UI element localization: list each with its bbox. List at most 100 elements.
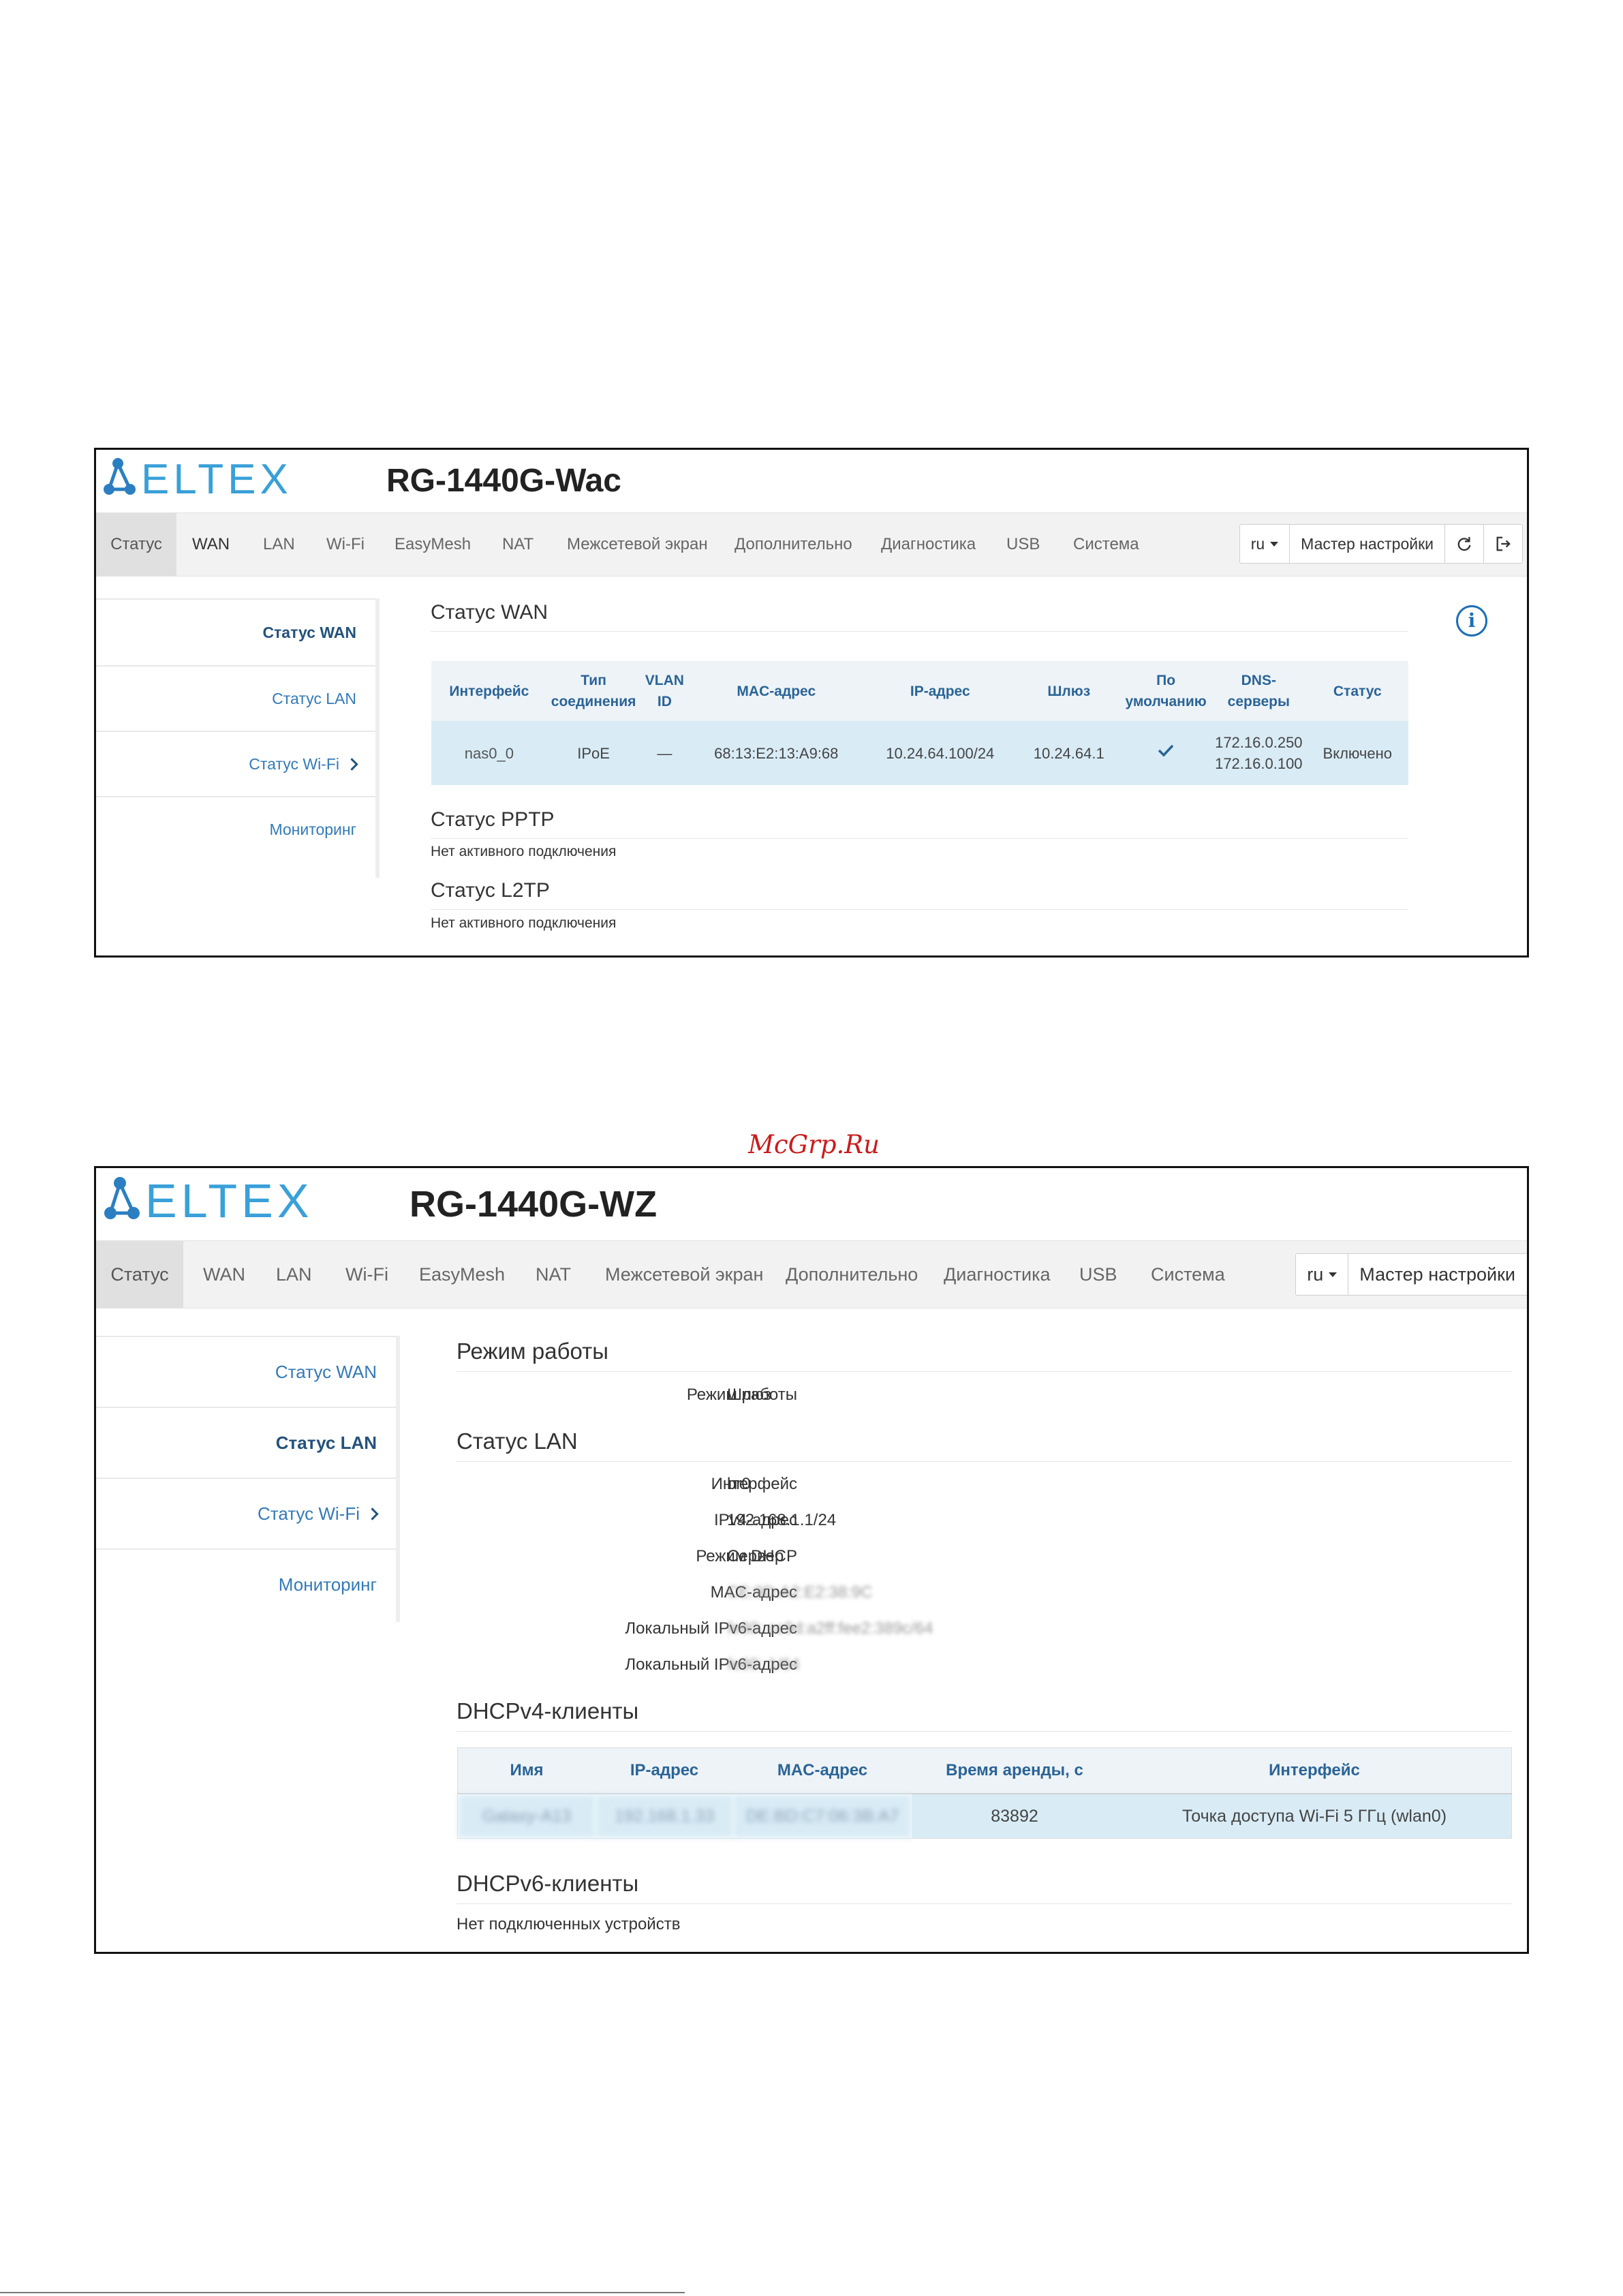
lan-status-title: Статус LAN: [457, 1428, 1511, 1462]
tab-advanced[interactable]: Дополнительно: [735, 513, 852, 576]
device-title: RG-1440G-WZ: [409, 1184, 658, 1225]
cell-ip: 192.168.1.33: [596, 1794, 733, 1839]
tab-status[interactable]: Статус: [96, 513, 176, 576]
col-gateway: Шлюз: [1017, 661, 1122, 721]
cell-dns: 172.16.0.250 172.16.0.100: [1211, 721, 1307, 785]
col-default: По умолчанию: [1121, 661, 1211, 721]
tab-wan[interactable]: WAN: [203, 1241, 245, 1308]
kv-value-blurred: fe80::cc9d:a2ff:fee2:389c/64: [727, 1619, 933, 1638]
logout-button[interactable]: [1484, 525, 1522, 563]
main-nav: Статус WAN LAN Wi-Fi EasyMesh NAT Межсет…: [96, 512, 1527, 577]
operation-mode-title: Режим работы: [457, 1338, 1511, 1372]
refresh-button[interactable]: [1445, 525, 1484, 563]
tab-usb[interactable]: USB: [1006, 513, 1040, 576]
col-mac: MAC-адрес: [689, 661, 864, 721]
kv-label: Интерфейс: [711, 1475, 797, 1493]
cell-mac: 68:13:E2:13:A9:68: [689, 721, 864, 785]
l2tp-status-text: Нет активного подключения: [431, 915, 617, 931]
tab-lan[interactable]: LAN: [263, 513, 295, 576]
col-vlan-id: VLAN ID: [640, 661, 690, 721]
col-connection-type: Тип соединения: [546, 661, 640, 721]
check-icon: [1158, 744, 1174, 757]
caret-down-icon: [1270, 541, 1279, 547]
col-ip: IP-адрес: [863, 661, 1017, 721]
cell-name: Galaxy-A13: [457, 1794, 596, 1839]
device-title: RG-1440G-Wac: [386, 463, 621, 499]
tab-easymesh[interactable]: EasyMesh: [419, 1241, 505, 1308]
col-dns: DNS-серверы: [1211, 661, 1307, 721]
table-row[interactable]: Galaxy-A13 192.168.1.33 DE:BD:C7:06:3B:A…: [457, 1794, 1512, 1839]
wan-status-table: Интерфейс Тип соединения VLAN ID MAC-адр…: [431, 661, 1408, 785]
nav-right-group: ru Мастер настройки: [1239, 524, 1523, 564]
table-row[interactable]: nas0_0 IPoE — 68:13:E2:13:A9:68 10.24.64…: [431, 721, 1408, 785]
info-icon[interactable]: i: [1456, 605, 1487, 637]
cell-default: [1121, 721, 1211, 785]
cell-gateway: 10.24.64.1: [1017, 721, 1122, 785]
pptp-status-text: Нет активного подключения: [431, 844, 617, 859]
divider: [0, 2292, 685, 2293]
screenshot-rg-1440g-wz: ELTEX RG-1440G-WZ Статус WAN LAN Wi-Fi E…: [94, 1166, 1529, 1954]
tab-wifi[interactable]: Wi-Fi: [326, 513, 365, 576]
logout-icon: [1496, 536, 1511, 551]
tab-diagnostics[interactable]: Диагностика: [881, 513, 976, 576]
tab-nat[interactable]: NAT: [536, 1241, 571, 1308]
eltex-logo[interactable]: ELTEX: [103, 1172, 335, 1228]
dhcpv4-clients-title: DHCPv4-клиенты: [457, 1698, 1511, 1732]
table-header-row: Имя IP-адрес MAC-адрес Время аренды, с И…: [457, 1747, 1512, 1794]
tab-advanced[interactable]: Дополнительно: [786, 1241, 918, 1308]
tab-usb[interactable]: USB: [1079, 1241, 1117, 1308]
sidebar-item-wan-status[interactable]: Статус WAN: [96, 1336, 396, 1407]
sidebar-item-monitoring[interactable]: Мониторинг: [96, 1548, 396, 1619]
kv-value: br0: [727, 1475, 751, 1493]
sidebar-item-lan-status[interactable]: Статус LAN: [96, 665, 375, 731]
eltex-logo[interactable]: ELTEX: [103, 454, 314, 503]
chevron-right-icon: [366, 1507, 379, 1520]
kv-value: 192.168.1.1/24: [727, 1511, 837, 1529]
tab-diagnostics[interactable]: Диагностика: [944, 1241, 1051, 1308]
tab-wan[interactable]: WAN: [192, 513, 230, 576]
sidebar-item-wan-status[interactable]: Статус WAN: [96, 598, 375, 665]
cell-ip: 10.24.64.100/24: [863, 721, 1017, 785]
nav-right-group: ru Мастер настройки: [1295, 1253, 1527, 1296]
tab-firewall[interactable]: Межсетевой экран: [605, 1241, 763, 1308]
caret-down-icon: [1329, 1272, 1338, 1277]
operation-mode-value: Шлюз: [727, 1386, 772, 1404]
wan-status-title: Статус WAN: [431, 601, 1408, 632]
language-select[interactable]: ru: [1296, 1254, 1349, 1295]
language-select[interactable]: ru: [1240, 525, 1290, 563]
screenshot-rg-1440g-wac: ELTEX RG-1440G-Wac Статус WAN LAN Wi-Fi …: [94, 448, 1529, 958]
l2tp-status-title: Статус L2TP: [431, 879, 1408, 910]
svg-text:ELTEX: ELTEX: [145, 1174, 313, 1227]
col-name: Имя: [457, 1747, 596, 1794]
sidebar-item-monitoring[interactable]: Мониторинг: [96, 796, 375, 861]
wizard-button[interactable]: Мастер настройки: [1348, 1254, 1527, 1295]
tab-wifi[interactable]: Wi-Fi: [345, 1241, 388, 1308]
tab-lan[interactable]: LAN: [276, 1241, 312, 1308]
sidebar: Статус WAN Статус LAN Статус Wi-Fi Монит…: [96, 598, 380, 878]
col-status: Статус: [1306, 661, 1408, 721]
sidebar-item-wifi-status[interactable]: Статус Wi-Fi: [96, 731, 375, 796]
wizard-button[interactable]: Мастер настройки: [1290, 525, 1445, 563]
tab-firewall[interactable]: Межсетевой экран: [567, 513, 708, 576]
dhcpv6-clients-text: Нет подключенных устройств: [457, 1915, 681, 1933]
col-interface: Интерфейс: [1117, 1747, 1512, 1794]
tab-easymesh[interactable]: EasyMesh: [395, 513, 471, 576]
kv-value: Сервер: [727, 1547, 784, 1565]
tab-nat[interactable]: NAT: [502, 513, 534, 576]
sidebar: Статус WAN Статус LAN Статус Wi-Fi Монит…: [96, 1336, 400, 1622]
sidebar-item-wifi-status[interactable]: Статус Wi-Fi: [96, 1478, 396, 1548]
cell-vlan: —: [640, 721, 690, 785]
cell-status: Включено: [1306, 721, 1408, 785]
tab-system[interactable]: Система: [1151, 1241, 1225, 1308]
cell-interface: nas0_0: [431, 721, 547, 785]
refresh-icon: [1457, 536, 1471, 551]
sidebar-item-lan-status[interactable]: Статус LAN: [96, 1407, 396, 1478]
table-header-row: Интерфейс Тип соединения VLAN ID MAC-адр…: [431, 661, 1408, 721]
main-nav: Статус WAN LAN Wi-Fi EasyMesh NAT Межсет…: [96, 1240, 1527, 1308]
tab-status[interactable]: Статус: [96, 1241, 183, 1308]
header: ELTEX RG-1440G-Wac: [96, 450, 1527, 512]
col-mac: MAC-адрес: [733, 1747, 912, 1794]
cell-interface: Точка доступа Wi-Fi 5 ГГц (wlan0): [1117, 1794, 1512, 1839]
tab-system[interactable]: Система: [1073, 513, 1139, 576]
kv-value-blurred: fe80::1/64: [727, 1655, 800, 1674]
